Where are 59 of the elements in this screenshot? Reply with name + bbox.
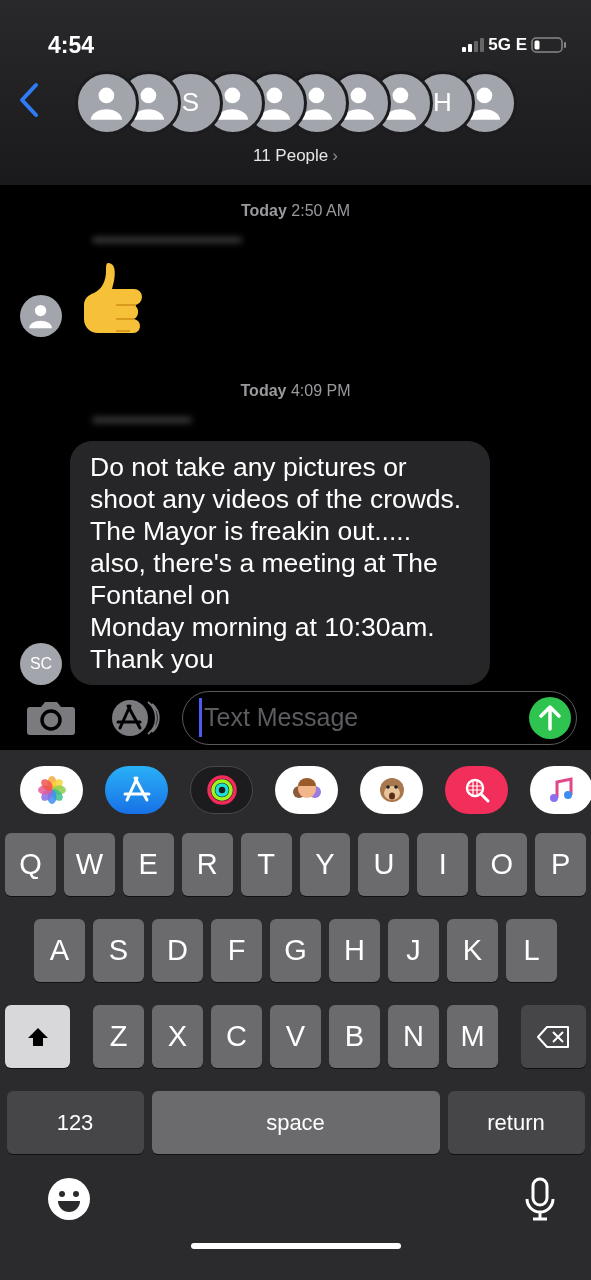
keyboard-key[interactable]: H	[329, 919, 380, 982]
keyboard-key[interactable]: Y	[299, 833, 351, 896]
activity-rings-icon[interactable]	[190, 766, 253, 814]
keyboard-key[interactable]: W	[63, 833, 115, 896]
person-icon	[28, 303, 54, 329]
message-input[interactable]: Text Message	[199, 697, 528, 738]
keyboard-key[interactable]: 123	[6, 1091, 144, 1154]
delete-icon	[536, 1024, 571, 1049]
back-button[interactable]	[18, 82, 40, 118]
keyboard-key[interactable]: N	[388, 1005, 439, 1068]
music-app-icon[interactable]	[530, 766, 591, 814]
signal-icon	[462, 38, 485, 52]
message-bubble: Do not take any pictures or shoot any videos of the crowds. The Mayor is freakin out..... also, there's a meeting at The Fontanel on Monday morning at 10:30am. Thank you	[70, 441, 490, 685]
memoji-stickers-icon[interactable]	[275, 766, 338, 814]
dictation-button[interactable]	[524, 1177, 556, 1221]
keyboard-key[interactable]: B	[329, 1005, 380, 1068]
delete-key[interactable]	[521, 1005, 586, 1068]
keyboard-key[interactable]: M	[447, 1005, 498, 1068]
photos-app-icon[interactable]	[20, 766, 83, 814]
date-link[interactable]: Monday morning at 10:30am	[90, 612, 428, 642]
network-label: 5G E	[488, 34, 527, 57]
keyboard-key[interactable]: J	[388, 919, 439, 982]
group-details-link[interactable]: 11 People ›	[253, 143, 338, 169]
keyboard-key[interactable]: L	[506, 919, 557, 982]
keyboard-key[interactable]: P	[535, 833, 587, 896]
timestamp: Today 2:50 AM	[239, 201, 352, 221]
keyboard-key[interactable]: U	[358, 833, 410, 896]
app-store-app-icon[interactable]	[105, 766, 168, 814]
keyboard-key[interactable]: Z	[93, 1005, 144, 1068]
emoji-button[interactable]	[47, 1177, 91, 1221]
battery-icon	[531, 37, 567, 53]
image-search-icon[interactable]	[445, 766, 508, 814]
keyboard-key[interactable]: C	[211, 1005, 262, 1068]
keyboard-key[interactable]: return	[447, 1091, 585, 1154]
keyboard-key[interactable]: F	[211, 919, 262, 982]
send-button[interactable]	[528, 695, 572, 740]
keyboard-key[interactable]: V	[270, 1005, 321, 1068]
person-icon	[89, 85, 124, 120]
timestamp: Today 4:09 PM	[239, 381, 352, 401]
monkey-animoji-icon[interactable]	[360, 766, 423, 814]
space-key[interactable]: space	[151, 1091, 440, 1154]
keyboard-key[interactable]: T	[240, 833, 292, 896]
camera-button[interactable]	[26, 699, 76, 736]
shift-key[interactable]	[5, 1005, 70, 1068]
status-time: 4:54	[48, 30, 95, 60]
avatar-initials: S	[181, 86, 200, 119]
keyboard-key[interactable]: D	[152, 919, 203, 982]
keyboard-key[interactable]: K	[447, 919, 498, 982]
keyboard-key[interactable]: I	[417, 833, 469, 896]
keyboard-key[interactable]: R	[181, 833, 233, 896]
keyboard-key[interactable]: S	[93, 919, 144, 982]
keyboard-key[interactable]: A	[34, 919, 85, 982]
keyboard-key[interactable]: G	[270, 919, 321, 982]
keyboard-key[interactable]: O	[476, 833, 528, 896]
avatar-initials: H	[433, 86, 452, 119]
keyboard-key[interactable]: X	[152, 1005, 203, 1068]
keyboard-key[interactable]: Q	[4, 833, 56, 896]
avatar-initials: SC	[29, 654, 53, 674]
keyboard-key[interactable]: E	[122, 833, 174, 896]
